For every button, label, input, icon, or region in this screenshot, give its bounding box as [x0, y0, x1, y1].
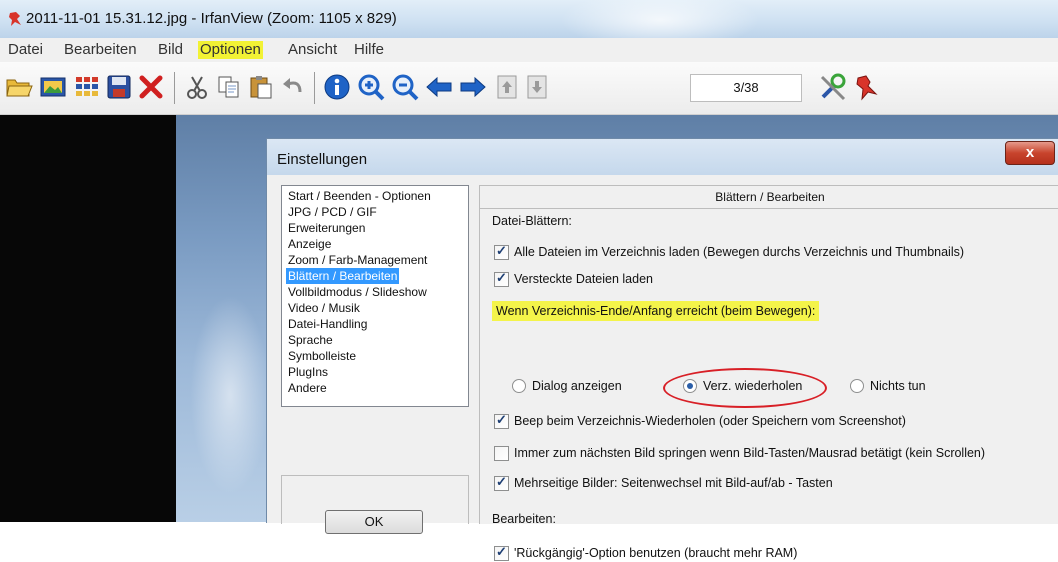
menu-bearbeiten[interactable]: Bearbeiten [62, 41, 139, 59]
save-icon[interactable] [104, 72, 134, 102]
checkbox[interactable] [494, 474, 509, 491]
panel-header: Blättern / Bearbeiten [480, 186, 1058, 209]
option-label: Alle Dateien im Verzeichnis laden (Beweg… [514, 245, 965, 259]
radio-button[interactable] [512, 379, 526, 393]
option-load-hidden-files[interactable]: Versteckte Dateien laden [494, 270, 653, 288]
category-list: Start / Beenden - Optionen JPG / PCD / G… [281, 185, 469, 407]
checkbox[interactable] [494, 544, 509, 561]
thumbnails-icon[interactable] [72, 72, 102, 102]
open-folder-icon[interactable] [4, 72, 34, 102]
section-label-browse: Datei-Blättern: [492, 214, 572, 228]
category-item[interactable]: JPG / PCD / GIF [286, 204, 379, 220]
paste-icon[interactable] [246, 72, 276, 102]
info-icon[interactable] [322, 72, 352, 102]
toolbar-separator [314, 72, 315, 104]
checkbox[interactable] [494, 412, 509, 429]
directory-end-label: Wenn Verzeichnis-Ende/Anfang erreicht (b… [492, 301, 820, 321]
exit-icon[interactable] [854, 72, 884, 102]
menu-optionen[interactable]: Optionen [198, 41, 263, 59]
option-use-undo[interactable]: 'Rückgängig'-Option benutzen (braucht me… [494, 544, 797, 562]
dialog-title-bar: Einstellungen x [267, 139, 1058, 175]
option-label: 'Rückgängig'-Option benutzen (braucht me… [514, 546, 798, 560]
first-page-icon[interactable] [492, 72, 522, 102]
checkbox[interactable] [494, 270, 509, 287]
option-always-next-image[interactable]: Immer zum nächsten Bild springen wenn Bi… [494, 444, 985, 462]
delete-icon[interactable] [136, 72, 166, 102]
option-label: Immer zum nächsten Bild springen wenn Bi… [514, 446, 986, 460]
annotation-ellipse [663, 368, 827, 408]
radio-do-nothing[interactable]: Nichts tun [850, 377, 926, 395]
menu-bild[interactable]: Bild [156, 41, 185, 59]
category-item[interactable]: Zoom / Farb-Management [286, 252, 429, 268]
category-item[interactable]: PlugIns [286, 364, 330, 380]
zoom-out-icon[interactable] [390, 72, 420, 102]
title-bar: 2011-11-01 15.31.12.jpg - IrfanView (Zoo… [0, 0, 1058, 50]
option-beep-on-repeat[interactable]: Beep beim Verzeichnis-Wiederholen (oder … [494, 412, 906, 430]
copy-icon[interactable] [214, 72, 244, 102]
category-item[interactable]: Vollbildmodus / Slideshow [286, 284, 429, 300]
section-label-edit: Bearbeiten: [492, 512, 556, 526]
sky-cloud [190, 295, 270, 495]
option-label: Beep beim Verzeichnis-Wiederholen (oder … [514, 414, 906, 428]
category-item[interactable]: Erweiterungen [286, 220, 367, 236]
menu-hilfe[interactable]: Hilfe [352, 41, 386, 59]
toolbar [0, 62, 1058, 115]
close-button[interactable]: x [1005, 141, 1055, 165]
properties-icon[interactable] [818, 72, 848, 102]
radio-label: Dialog anzeigen [532, 379, 622, 393]
menu-ansicht[interactable]: Ansicht [286, 41, 339, 59]
radio-label: Nichts tun [870, 379, 926, 393]
previous-icon[interactable] [424, 72, 454, 102]
next-icon[interactable] [458, 72, 488, 102]
last-page-icon[interactable] [522, 72, 552, 102]
option-load-all-files[interactable]: Alle Dateien im Verzeichnis laden (Beweg… [494, 243, 964, 261]
irfanview-app-icon [9, 12, 21, 26]
menu-bar: Datei Bearbeiten Bild Optionen Ansicht H… [0, 38, 1058, 62]
page-counter: 3/38 [690, 74, 802, 102]
category-item[interactable]: Symbolleiste [286, 348, 358, 364]
option-multipage-paging[interactable]: Mehrseitige Bilder: Seitenwechsel mit Bi… [494, 474, 833, 492]
radio-show-dialog[interactable]: Dialog anzeigen [512, 377, 622, 395]
category-item[interactable]: Sprache [286, 332, 335, 348]
option-label: Mehrseitige Bilder: Seitenwechsel mit Bi… [514, 476, 833, 490]
settings-panel: Blättern / Bearbeiten Datei-Blättern: Al… [479, 185, 1058, 561]
dialog-title: Einstellungen [277, 151, 368, 168]
category-item[interactable]: Anzeige [286, 236, 333, 252]
radio-button[interactable] [850, 379, 864, 393]
undo-icon[interactable] [278, 72, 308, 102]
option-label: Versteckte Dateien laden [514, 272, 653, 286]
category-item-selected[interactable]: Blättern / Bearbeiten [286, 268, 400, 284]
category-item[interactable]: Andere [286, 380, 329, 396]
checkbox[interactable] [494, 445, 509, 461]
category-item[interactable]: Datei-Handling [286, 316, 369, 332]
ok-button-group: OK [281, 475, 469, 534]
window-title: 2011-11-01 15.31.12.jpg - IrfanView (Zoo… [26, 10, 397, 27]
ok-button[interactable]: OK [325, 510, 423, 534]
toolbar-separator [174, 72, 175, 104]
close-icon: x [1025, 144, 1035, 161]
checkbox[interactable] [494, 243, 509, 260]
zoom-in-icon[interactable] [356, 72, 386, 102]
category-item[interactable]: Start / Beenden - Optionen [286, 188, 433, 204]
cut-icon[interactable] [182, 72, 212, 102]
slideshow-icon[interactable] [38, 72, 68, 102]
settings-dialog: Einstellungen x Start / Beenden - Option… [266, 138, 1058, 561]
menu-datei[interactable]: Datei [6, 41, 45, 59]
category-item[interactable]: Video / Musik [286, 300, 362, 316]
image-border-left [0, 115, 176, 522]
